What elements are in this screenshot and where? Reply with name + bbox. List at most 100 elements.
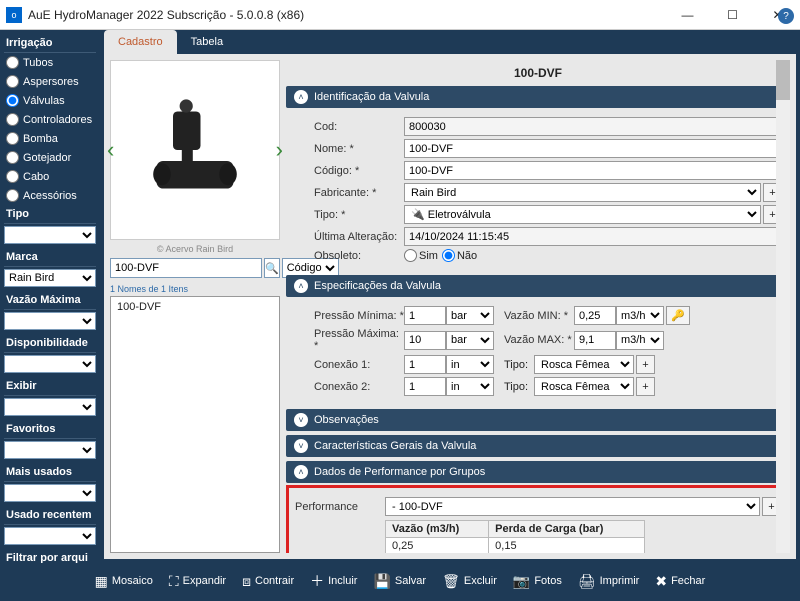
con2-input[interactable] [404,377,446,396]
valve-icon [140,95,250,205]
tab-body: ‹ › © Acervo Rain Bird 🔍 Código [104,54,796,559]
pmax-input[interactable] [404,331,446,350]
vmax-input[interactable] [574,331,616,350]
trash-icon: 🗑 [442,573,460,590]
perf-header-perda: Perda de Carga (bar) [489,521,645,538]
sidebar-radio-tubos[interactable]: Tubos [4,53,96,72]
obsoleto-sim[interactable]: Sim [404,249,438,262]
fav-select[interactable] [4,441,96,459]
tipo-select[interactable]: 🔌 Eletroválvula [404,205,761,224]
content-area: Cadastro Tabela ? ‹ › [100,30,800,563]
sidebar: Irrigação TubosAspersoresVálvulasControl… [0,30,100,563]
con1-input[interactable] [404,355,446,374]
help-icon[interactable]: ? [778,8,794,24]
camera-icon: 📷 [513,573,530,590]
maximize-button[interactable]: ☐ [710,0,755,30]
table-row[interactable]: 0,250,15 [386,538,645,554]
list-caption: 1 Nomes de 1 Itens [110,282,280,296]
grid-icon: ▦ [95,573,108,590]
incluir-button[interactable]: ＋Incluir [304,567,363,595]
nome-input[interactable] [404,139,782,158]
add-con1-button[interactable]: + [636,355,655,374]
mais-select[interactable] [4,484,96,502]
sidebar-radio-válvulas[interactable]: Válvulas [4,91,96,110]
tab-tabela[interactable]: Tabela [177,30,237,54]
section-observacoes[interactable]: ˅Observações [286,409,790,431]
next-image-button[interactable]: › [276,137,283,163]
fotos-button[interactable]: 📷Fotos [507,569,568,594]
search-input[interactable] [110,258,262,278]
sidebar-radio-controladores[interactable]: Controladores [4,110,96,129]
excluir-button[interactable]: 🗑Excluir [436,569,503,594]
search-button[interactable]: 🔍 [264,258,280,278]
image-caption: © Acervo Rain Bird [110,244,280,254]
mosaico-button[interactable]: ▦Mosaico [89,569,159,594]
collapse-icon: ⧈ [242,573,251,590]
cod-input[interactable] [404,117,782,136]
vmax-unit[interactable]: m3/h [616,331,664,350]
section-caracteristicas[interactable]: ˅Características Gerais da Valvula [286,435,790,457]
performance-highlight: Performance - 100-DVF + Vazão (m3/h) Per… [286,485,790,553]
con2-tipo-select[interactable]: Rosca Fêmea [534,377,634,396]
sidebar-heading-filtrar: Filtrar por arqui [4,549,96,563]
preview-image: ‹ › [110,60,280,240]
tipo-select[interactable] [4,226,96,244]
section-identificacao[interactable]: ˄ Identificação da Valvula [286,86,790,108]
perf-header-vazao: Vazão (m3/h) [386,521,489,538]
exibir-select[interactable] [4,398,96,416]
sidebar-radio-cabo[interactable]: Cabo [4,167,96,186]
obsoleto-nao[interactable]: Não [442,249,477,262]
prev-image-button[interactable]: ‹ [107,137,114,163]
sidebar-radio-acessórios[interactable]: Acessórios [4,186,96,205]
codigo-input[interactable] [404,161,782,180]
sidebar-radio-aspersores[interactable]: Aspersores [4,72,96,91]
sidebar-heading-marca: Marca [4,248,96,267]
item-title: 100-DVF [286,60,790,86]
section-performance[interactable]: ˄Dados de Performance por Grupos [286,461,790,483]
con2-unit[interactable]: in [446,377,494,396]
performance-table: Vazão (m3/h) Perda de Carga (bar) 0,250,… [385,520,645,553]
contrair-button[interactable]: ⧈Contrair [236,569,300,594]
add-con2-button[interactable]: + [636,377,655,396]
chevron-up-icon: ˄ [294,279,308,293]
disp-select[interactable] [4,355,96,373]
ult-alt-input [404,227,782,246]
pmax-unit[interactable]: bar [446,331,494,350]
sidebar-heading-tipo: Tipo [4,205,96,224]
key-button[interactable]: 🔑 [666,306,690,325]
vmin-input[interactable] [574,306,616,325]
pmin-unit[interactable]: bar [446,306,494,325]
sidebar-heading-usado: Usado recentem [4,506,96,525]
sidebar-radio-bomba[interactable]: Bomba [4,129,96,148]
pmin-input[interactable] [404,306,446,325]
close-icon: ✖ [655,573,667,590]
salvar-button[interactable]: 💾Salvar [367,569,432,594]
fechar-button[interactable]: ✖Fechar [649,569,711,594]
plus-icon: ＋ [310,571,324,591]
con1-tipo-select[interactable]: Rosca Fêmea [534,355,634,374]
print-icon: 🖨 [578,573,596,590]
imprimir-button[interactable]: 🖨Imprimir [572,569,646,594]
section-especificacoes[interactable]: ˄ Especificações da Valvula [286,275,790,297]
details-panel: 100-DVF ˄ Identificação da Valvula Cod: … [286,60,790,553]
marca-select[interactable]: Rain Bird [4,269,96,287]
vazao-select[interactable] [4,312,96,330]
expandir-button[interactable]: ⛶Expandir [163,569,232,594]
list-item[interactable]: 100-DVF [113,299,277,315]
vmin-unit[interactable]: m3/h [616,306,664,325]
performance-select[interactable]: - 100-DVF [385,497,760,516]
chevron-down-icon: ˅ [294,439,308,453]
fabricante-select[interactable]: Rain Bird [404,183,761,202]
sidebar-heading-irrigacao: Irrigação [4,34,96,53]
chevron-down-icon: ˅ [294,413,308,427]
usado-select[interactable] [4,527,96,545]
scrollbar-thumb[interactable] [776,60,790,100]
sidebar-heading-vazao: Vazão Máxima [4,291,96,310]
scrollbar[interactable] [776,60,790,553]
tab-cadastro[interactable]: Cadastro [104,30,177,54]
chevron-up-icon: ˄ [294,465,308,479]
con1-unit[interactable]: in [446,355,494,374]
results-list[interactable]: 100-DVF [110,296,280,553]
sidebar-radio-gotejador[interactable]: Gotejador [4,148,96,167]
minimize-button[interactable]: — [665,0,710,30]
